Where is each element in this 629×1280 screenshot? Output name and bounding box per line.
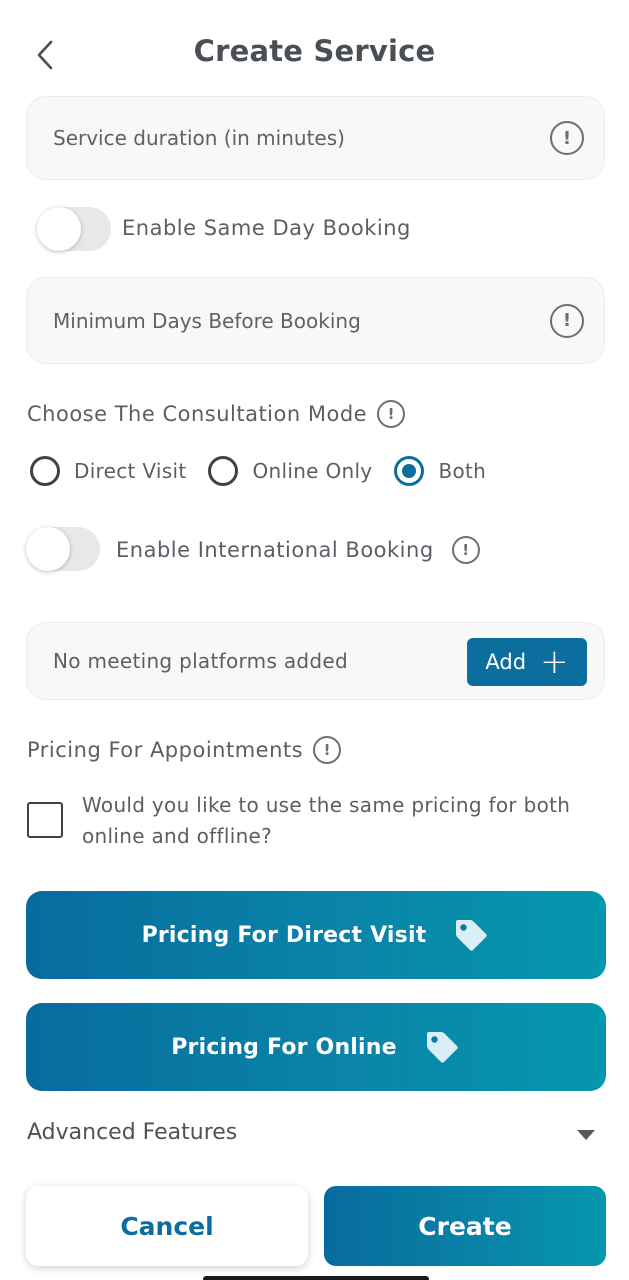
caret-down-icon[interactable] xyxy=(577,1130,595,1140)
pricing-direct-visit-label: Pricing For Direct Visit xyxy=(141,922,427,948)
create-service-screen: Create Service ! Enable Same Day Booking… xyxy=(0,0,629,1280)
same-pricing-question: Would you like to use the same pricing f… xyxy=(82,793,571,848)
cancel-button[interactable]: Cancel xyxy=(26,1186,308,1266)
service-duration-field[interactable]: ! xyxy=(26,96,605,180)
radio-circle-checked xyxy=(394,456,425,486)
pricing-label: Pricing For Appointments xyxy=(27,738,304,762)
same-day-booking-toggle[interactable] xyxy=(37,207,111,251)
consultation-mode-heading: Choose The Consultation Mode ! xyxy=(27,400,406,428)
same-day-booking-label: Enable Same Day Booking xyxy=(122,216,411,240)
info-icon[interactable]: ! xyxy=(313,736,342,764)
home-indicator xyxy=(203,1276,429,1280)
plus-icon: + xyxy=(540,642,569,682)
add-button-label: Add xyxy=(485,650,527,674)
add-meeting-platform-button[interactable]: Add + xyxy=(467,638,587,686)
radio-both[interactable]: Both xyxy=(394,456,486,486)
info-icon[interactable]: ! xyxy=(550,121,584,155)
page-title: Create Service xyxy=(193,34,436,68)
meeting-platforms-card: No meeting platforms added Add + xyxy=(26,622,605,700)
radio-label: Both xyxy=(438,459,487,483)
toggle-knob xyxy=(26,527,70,571)
toggle-knob xyxy=(37,207,81,251)
radio-online-only[interactable]: Online Only xyxy=(208,456,372,486)
price-tag-icon xyxy=(452,916,490,954)
consultation-mode-radio-group: Direct Visit Online Only Both xyxy=(30,456,508,486)
same-pricing-checkbox[interactable] xyxy=(27,802,63,838)
international-booking-label: Enable International Booking xyxy=(116,538,434,562)
pricing-online-button[interactable]: Pricing For Online xyxy=(26,1003,606,1091)
advanced-features-label[interactable]: Advanced Features xyxy=(27,1120,237,1145)
price-tag-icon xyxy=(423,1028,461,1066)
info-icon[interactable]: ! xyxy=(451,536,480,564)
radio-direct-visit[interactable]: Direct Visit xyxy=(30,456,186,486)
info-icon[interactable]: ! xyxy=(550,303,584,338)
meeting-platforms-empty-text: No meeting platforms added xyxy=(53,649,348,673)
minimum-days-input[interactable] xyxy=(53,308,533,333)
radio-circle xyxy=(208,456,239,486)
pricing-direct-visit-button[interactable]: Pricing For Direct Visit xyxy=(26,891,606,979)
radio-label: Online Only xyxy=(252,459,373,483)
service-duration-input[interactable] xyxy=(53,126,533,150)
radio-circle xyxy=(30,456,60,486)
create-button[interactable]: Create xyxy=(324,1186,606,1266)
pricing-online-label: Pricing For Online xyxy=(171,1034,397,1060)
info-icon[interactable]: ! xyxy=(377,400,406,428)
pricing-heading: Pricing For Appointments ! xyxy=(27,736,342,764)
minimum-days-field[interactable]: ! xyxy=(26,277,605,364)
radio-label: Direct Visit xyxy=(74,459,187,483)
international-booking-row: Enable International Booking ! xyxy=(116,536,480,564)
international-booking-toggle[interactable] xyxy=(26,527,100,571)
consultation-mode-label: Choose The Consultation Mode xyxy=(27,402,368,426)
